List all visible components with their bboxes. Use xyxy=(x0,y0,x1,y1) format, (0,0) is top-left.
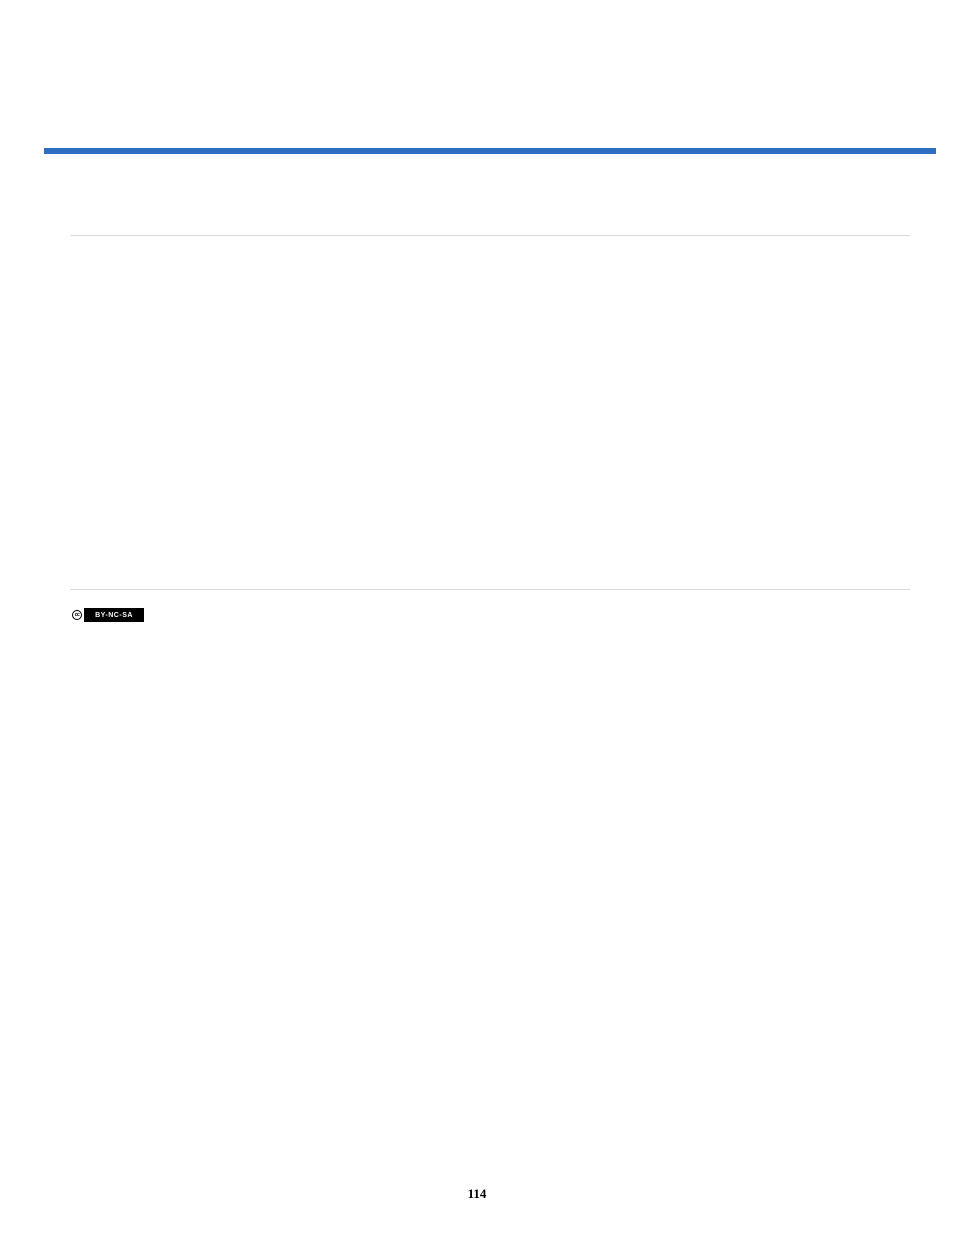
cc-license-label: BY-NC-SA xyxy=(84,608,144,622)
divider-bottom xyxy=(70,589,910,590)
divider-top xyxy=(70,235,910,236)
cc-logo-icon: cc xyxy=(70,608,84,622)
page-number: 114 xyxy=(0,1186,954,1202)
cc-logo-text: cc xyxy=(75,612,80,618)
cc-license-badge: cc BY-NC-SA xyxy=(70,608,144,622)
header-rule xyxy=(44,148,936,154)
